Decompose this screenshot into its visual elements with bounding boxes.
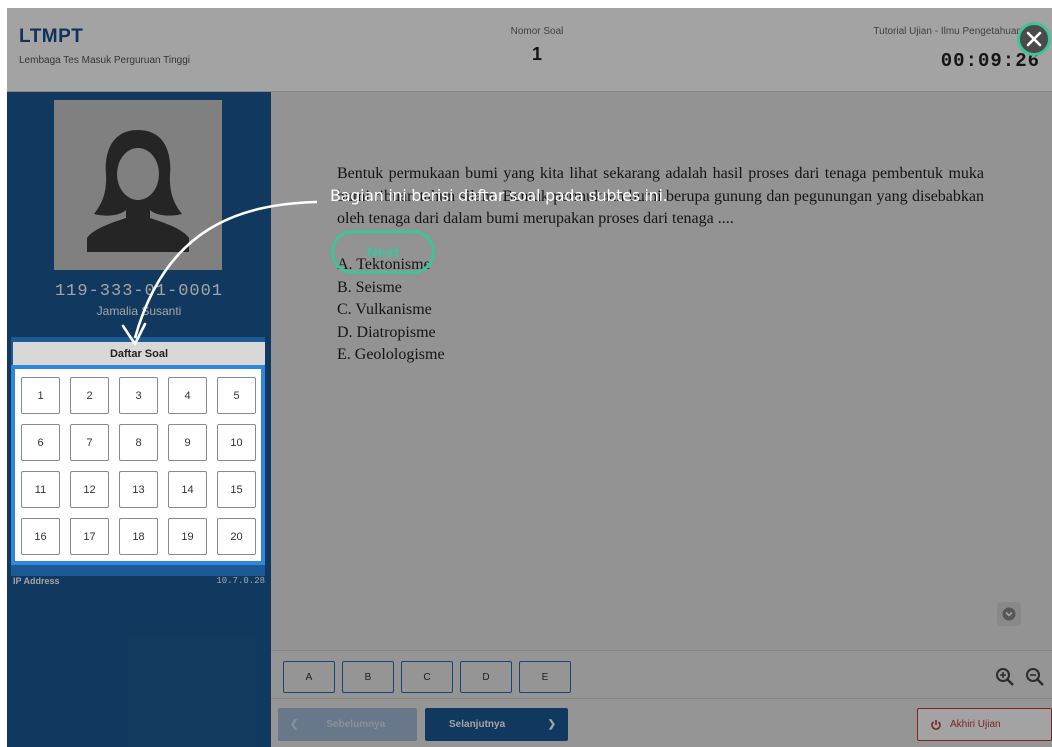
exam-screen: LTMPT Lembaga Tes Masuk Perguruan Tinggi… <box>7 8 1052 747</box>
question-list-item[interactable]: 9 <box>168 424 207 461</box>
tutorial-dim-overlay <box>7 576 1052 747</box>
question-grid: 1 2 3 4 5 6 7 8 9 10 11 12 13 14 15 16 17 18 19 20 <box>21 377 257 555</box>
question-list-item[interactable]: 5 <box>217 377 256 414</box>
question-list-item[interactable]: 13 <box>119 471 158 508</box>
question-list-item[interactable]: 16 <box>21 518 60 555</box>
tutorial-next-button[interactable]: Next <box>331 230 435 274</box>
tutorial-close-button[interactable] <box>1017 22 1051 56</box>
tutorial-dim-overlay <box>7 8 1052 337</box>
close-icon <box>1026 31 1042 47</box>
question-list-item[interactable]: 18 <box>119 518 158 555</box>
question-list-item[interactable]: 12 <box>70 471 109 508</box>
question-list-item[interactable]: 6 <box>21 424 60 461</box>
tutorial-dim-overlay <box>265 337 1052 576</box>
question-list-item[interactable]: 4 <box>168 377 207 414</box>
tutorial-tip-text: Bagian ini berisi daftar soal pada subte… <box>330 186 668 205</box>
question-list-panel: 1 2 3 4 5 6 7 8 9 10 11 12 13 14 15 16 17 18 19 20 <box>11 365 265 565</box>
question-list-item[interactable]: 10 <box>217 424 256 461</box>
question-list-item[interactable]: 19 <box>168 518 207 555</box>
question-list-item[interactable]: 7 <box>70 424 109 461</box>
question-list-item[interactable]: 20 <box>217 518 256 555</box>
question-list-item[interactable]: 11 <box>21 471 60 508</box>
question-list-item[interactable]: 8 <box>119 424 158 461</box>
question-list-item[interactable]: 15 <box>217 471 256 508</box>
question-list-item[interactable]: 17 <box>70 518 109 555</box>
question-list-item[interactable]: 2 <box>70 377 109 414</box>
question-list-item[interactable]: 3 <box>119 377 158 414</box>
tutorial-dim-overlay <box>7 337 11 576</box>
question-list-item[interactable]: 1 <box>21 377 60 414</box>
question-list-item[interactable]: 14 <box>168 471 207 508</box>
question-list-title: Daftar Soal <box>13 342 265 366</box>
